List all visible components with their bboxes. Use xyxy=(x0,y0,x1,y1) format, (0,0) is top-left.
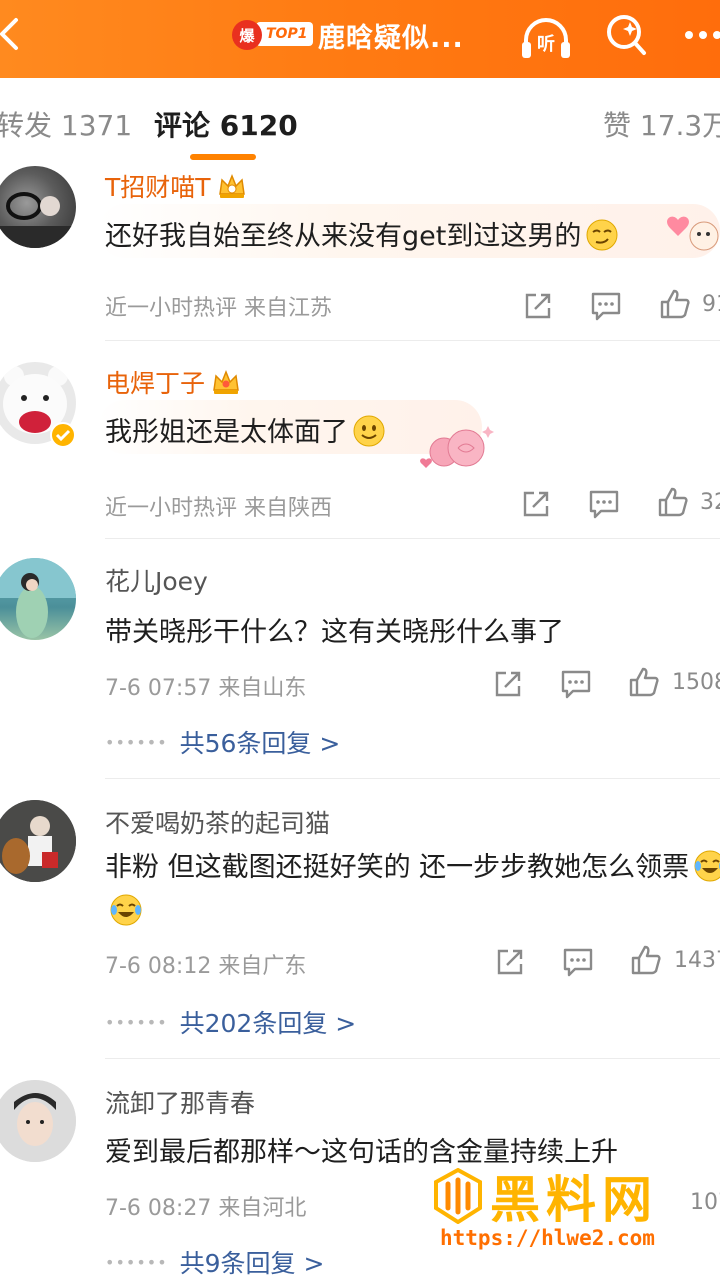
watermark: 黑料网 https://hlwe2.com xyxy=(432,1160,712,1264)
comment-author[interactable]: T招财喵T xyxy=(105,168,247,204)
tab-bar: 转发 1371 评论 6120 赞 17.3万 xyxy=(0,78,720,166)
reply-icon[interactable] xyxy=(588,488,620,520)
smirk-emoji-icon xyxy=(586,219,618,251)
more-icon[interactable] xyxy=(684,30,720,40)
share-icon[interactable] xyxy=(522,290,554,322)
listen-icon: 听 xyxy=(522,18,570,58)
back-icon[interactable] xyxy=(0,14,24,54)
comment-author[interactable]: 花儿Joey xyxy=(105,562,208,598)
like-count: 1437 xyxy=(674,948,720,973)
view-replies-link[interactable]: •••••• 共9条回复 > xyxy=(105,1244,324,1280)
crown-icon xyxy=(218,173,245,198)
verified-badge-icon xyxy=(50,422,76,448)
laugh-cry-emoji-icon xyxy=(110,894,142,926)
comment-text: 非粉 但这截图还挺好笑的 还一步步教她怎么领票 xyxy=(105,846,720,934)
comment-text: 带关晓彤干什么？这有关晓彤什么事了 xyxy=(105,617,564,648)
replies-label[interactable]: 共202条回复 > xyxy=(180,1009,357,1038)
laugh-cry-emoji-icon xyxy=(694,850,720,882)
avatar[interactable] xyxy=(0,558,76,640)
listen-label: 听 xyxy=(537,33,555,55)
avatar[interactable] xyxy=(0,166,76,248)
replies-dots: •••••• xyxy=(105,1253,168,1272)
reply-icon[interactable] xyxy=(562,946,594,978)
share-icon[interactable] xyxy=(494,946,526,978)
like-icon[interactable] xyxy=(659,288,691,320)
top-bar: TOP1 爆 鹿晗疑似... 听 xyxy=(0,0,720,78)
search-icon[interactable] xyxy=(604,12,648,58)
like-count: 32 xyxy=(700,490,720,515)
comment-text: 还好我自始至终从来没有get到过这男的 xyxy=(105,214,619,253)
like-icon[interactable] xyxy=(628,666,660,698)
divider xyxy=(105,340,720,341)
hot-badge: 爆 xyxy=(232,20,262,50)
comment-meta: 近一小时热评 来自陕西 xyxy=(105,496,332,521)
cartoon-sticker-icon xyxy=(667,216,719,251)
replies-label[interactable]: 共9条回复 > xyxy=(180,1249,325,1278)
comment-text: 我彤姐还是太体面了 xyxy=(105,410,386,449)
comment-meta: 7-6 08:12 来自广东 xyxy=(105,954,307,979)
divider xyxy=(105,538,720,539)
listen-button[interactable]: 听 xyxy=(518,12,574,62)
like-count: 91 xyxy=(702,292,720,317)
avatar[interactable] xyxy=(0,1080,76,1162)
active-tab-indicator xyxy=(190,154,256,160)
comment-author[interactable]: 不爱喝奶茶的起司猫 xyxy=(105,804,330,840)
comment-author[interactable]: 电焊丁子 xyxy=(105,364,241,400)
page-title[interactable]: 鹿晗疑似... xyxy=(318,16,464,55)
comment-author-name[interactable]: T招财喵T xyxy=(105,173,211,202)
watermark-name: 黑料网 xyxy=(490,1171,658,1229)
comment-meta: 7-6 08:27 来自河北 xyxy=(105,1196,307,1221)
comment-author[interactable]: 流卸了那青春 xyxy=(105,1084,255,1120)
replies-dots: •••••• xyxy=(105,733,168,752)
tab-repost[interactable]: 转发 1371 xyxy=(0,104,132,144)
comment-meta: 7-6 07:57 来自山东 xyxy=(105,676,307,701)
tab-comments[interactable]: 评论 6120 xyxy=(154,104,298,144)
view-replies-link[interactable]: •••••• 共202条回复 > xyxy=(105,1004,356,1040)
reply-icon[interactable] xyxy=(560,668,592,700)
reply-icon[interactable] xyxy=(590,290,622,322)
comment-text-content: 非粉 但这截图还挺好笑的 还一步步教她怎么领票 xyxy=(105,852,690,883)
like-icon[interactable] xyxy=(657,486,689,518)
comment-author-name[interactable]: 电焊丁子 xyxy=(105,369,205,398)
divider xyxy=(105,778,720,779)
replies-label[interactable]: 共56条回复 > xyxy=(180,729,341,758)
comment-text-content: 我彤姐还是太体面了 xyxy=(105,417,348,448)
comment-text-content: 还好我自始至终从来没有get到过这男的 xyxy=(105,221,582,252)
smile-emoji-icon xyxy=(353,415,385,447)
replies-dots: •••••• xyxy=(105,1013,168,1032)
avatar[interactable] xyxy=(0,800,76,882)
top-rank-badge: TOP1 xyxy=(256,22,314,46)
rose-sticker-icon xyxy=(420,426,494,468)
comment-meta: 近一小时热评 来自江苏 xyxy=(105,296,332,321)
tab-likes[interactable]: 赞 17.3万 xyxy=(603,104,720,144)
crown-icon xyxy=(213,369,239,394)
share-icon[interactable] xyxy=(492,668,524,700)
view-replies-link[interactable]: •••••• 共56条回复 > xyxy=(105,724,340,760)
watermark-logo-icon xyxy=(434,1168,482,1224)
like-count: 1508 xyxy=(672,670,720,695)
watermark-url: https://hlwe2.com xyxy=(440,1226,655,1250)
share-icon[interactable] xyxy=(520,488,552,520)
like-icon[interactable] xyxy=(630,944,662,976)
divider xyxy=(105,1058,720,1059)
